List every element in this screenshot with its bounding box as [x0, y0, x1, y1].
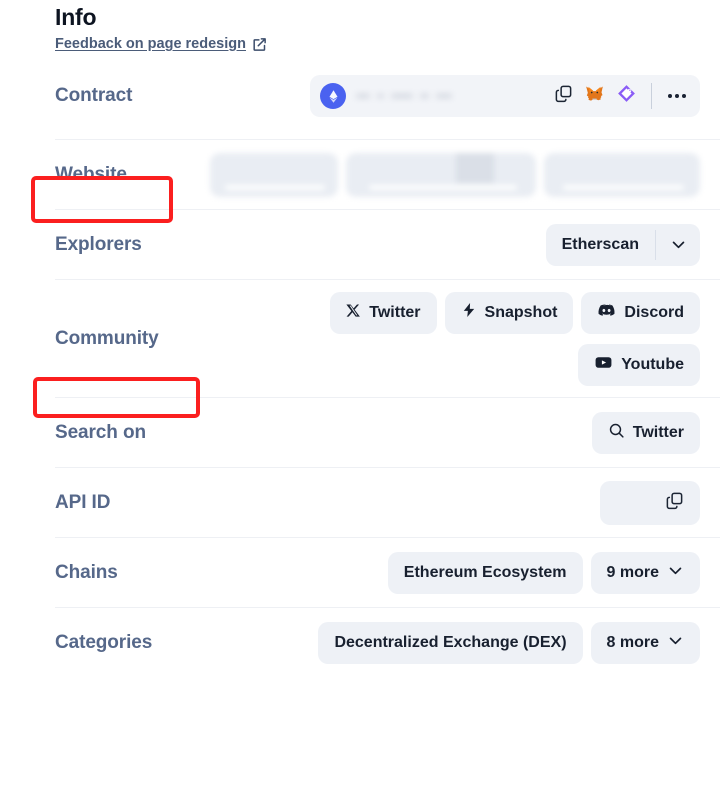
row-label-chains: Chains — [55, 561, 118, 583]
row-label-contract: Contract — [55, 85, 133, 106]
row-label-categories: Categories — [55, 631, 153, 653]
info-row-explorers: Explorers Etherscan — [55, 209, 720, 279]
search-on-value: Twitter — [632, 423, 684, 441]
categories-more-label: 8 more — [606, 633, 659, 651]
info-row-chains: Chains Ethereum Ecosystem 9 more — [55, 537, 720, 607]
more-options-icon[interactable] — [666, 94, 688, 98]
chain-tag-label: Ethereum Ecosystem — [403, 563, 567, 581]
x-twitter-icon — [346, 303, 361, 323]
community-link-label: Discord — [624, 303, 684, 321]
rabby-wallet-icon[interactable] — [616, 83, 637, 109]
explorer-value: Etherscan — [561, 235, 639, 253]
community-link-twitter[interactable]: Twitter — [330, 291, 437, 334]
chain-tag[interactable]: Ethereum Ecosystem — [387, 551, 583, 594]
community-line-2: Youtube — [578, 343, 700, 386]
youtube-icon — [594, 353, 613, 377]
info-row-categories: Categories Decentralized Exchange (DEX) … — [55, 607, 720, 677]
chains-more-label: 9 more — [606, 563, 659, 581]
chevron-down-icon[interactable] — [656, 224, 700, 266]
category-tag-label: Decentralized Exchange (DEX) — [334, 633, 567, 651]
row-label-api-id: API ID — [55, 491, 111, 513]
community-link-youtube[interactable]: Youtube — [578, 343, 700, 386]
community-link-discord[interactable]: Discord — [581, 291, 700, 334]
ethereum-icon — [320, 83, 346, 109]
discord-icon — [597, 301, 616, 325]
community-link-label: Twitter — [369, 303, 421, 321]
row-value-search-on: Twitter — [205, 411, 700, 454]
panel-header: Info Feedback on page redesign — [55, 0, 720, 53]
info-panel: Info Feedback on page redesign Contract — [0, 0, 720, 803]
community-link-label: Snapshot — [484, 303, 558, 321]
community-line-1: Twitter Snapshot Discord — [330, 291, 700, 334]
row-value-categories: Decentralized Exchange (DEX) 8 more — [205, 621, 700, 664]
community-link-snapshot[interactable]: Snapshot — [444, 291, 574, 334]
info-row-community: Community Twitter Snapshot Discord Youtu… — [55, 279, 720, 397]
contract-actions — [554, 83, 688, 109]
search-on-twitter-button[interactable]: Twitter — [591, 411, 700, 454]
info-row-api-id: API ID — [55, 467, 720, 537]
row-value-explorers: Etherscan — [205, 223, 700, 266]
page-title: Info — [55, 4, 97, 30]
categories-pills: Decentralized Exchange (DEX) 8 more — [318, 621, 700, 664]
row-label-website: Website — [55, 163, 127, 185]
chevron-down-icon — [667, 632, 684, 654]
row-label-explorers: Explorers — [55, 233, 142, 255]
website-link-2[interactable] — [346, 152, 536, 197]
chains-more-button[interactable]: 9 more — [590, 551, 700, 594]
contract-address-value — [356, 94, 544, 98]
info-row-website: Website — [55, 139, 720, 209]
community-link-label: Youtube — [621, 355, 684, 373]
row-label-search-on: Search on — [55, 421, 146, 443]
chains-pills: Ethereum Ecosystem 9 more — [387, 551, 700, 594]
divider — [651, 83, 652, 109]
search-icon — [608, 422, 625, 444]
row-value-contract — [205, 75, 700, 117]
explorer-selector[interactable]: Etherscan — [545, 223, 700, 266]
row-value-community: Twitter Snapshot Discord Youtube — [205, 291, 700, 386]
categories-more-button[interactable]: 8 more — [590, 621, 700, 664]
row-label-community: Community — [55, 327, 159, 349]
lightning-bolt-icon — [461, 302, 477, 323]
chevron-down-icon — [667, 562, 684, 584]
info-row-contract: Contract — [55, 53, 720, 139]
contract-address-box[interactable] — [310, 75, 700, 117]
api-id-box[interactable] — [600, 480, 700, 525]
copy-icon[interactable] — [665, 491, 684, 515]
row-value-chains: Ethereum Ecosystem 9 more — [205, 551, 700, 594]
row-value-website — [205, 152, 700, 197]
external-link-icon — [252, 37, 267, 52]
website-link-1[interactable] — [210, 152, 338, 197]
website-link-3[interactable] — [544, 152, 700, 197]
category-tag[interactable]: Decentralized Exchange (DEX) — [318, 621, 583, 664]
info-row-search-on: Search on Twitter — [55, 397, 720, 467]
feedback-link-label: Feedback on page redesign — [55, 36, 246, 52]
metamask-icon[interactable] — [584, 84, 605, 109]
copy-icon[interactable] — [554, 84, 573, 108]
row-value-api-id — [205, 480, 700, 525]
feedback-link[interactable]: Feedback on page redesign — [55, 36, 267, 52]
